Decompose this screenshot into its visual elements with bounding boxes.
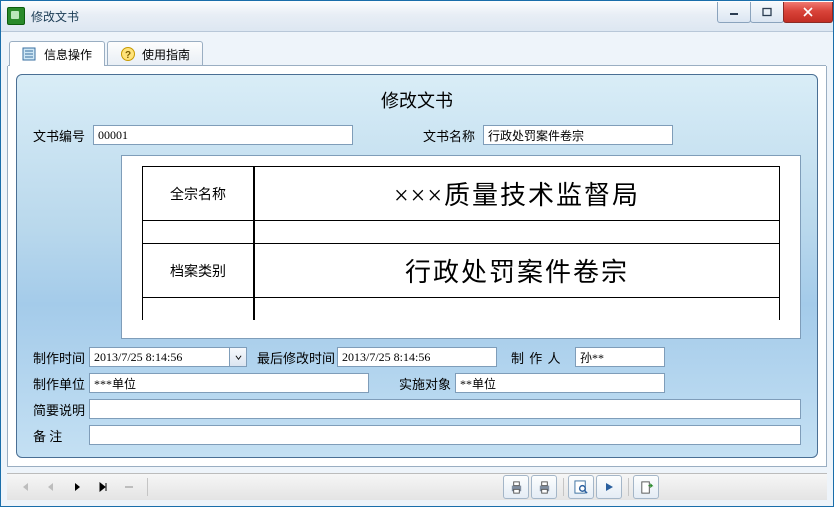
content-outer: 修改文书 文书编号 文书名称 全宗名称 ×××质量技术监督局 bbox=[7, 66, 827, 467]
nav-first-button[interactable] bbox=[13, 476, 37, 498]
titlebar: 修改文书 bbox=[1, 1, 833, 32]
remark-input[interactable] bbox=[89, 425, 801, 445]
maximize-button[interactable] bbox=[750, 2, 784, 23]
tab-info[interactable]: 信息操作 bbox=[9, 41, 105, 66]
row-doc-id-name: 文书编号 文书名称 bbox=[33, 125, 801, 145]
creator-label: 制 作 人 bbox=[511, 348, 575, 367]
printer-icon bbox=[509, 480, 524, 495]
document-export-icon bbox=[639, 480, 654, 495]
bottom-toolbar bbox=[7, 473, 827, 500]
minus-icon bbox=[123, 481, 135, 493]
toolbar-separator-2 bbox=[563, 478, 564, 496]
nav-first-icon bbox=[19, 481, 31, 493]
close-button[interactable] bbox=[783, 2, 833, 23]
nav-last-button[interactable] bbox=[91, 476, 115, 498]
close-icon bbox=[802, 7, 814, 17]
date-dropdown-button[interactable] bbox=[229, 347, 247, 367]
last-mod-label: 最后修改时间 bbox=[257, 348, 337, 367]
desc-label: 简要说明 bbox=[33, 400, 89, 419]
create-time-input[interactable] bbox=[89, 347, 229, 367]
nav-stop-button[interactable] bbox=[117, 476, 141, 498]
play-icon bbox=[603, 481, 615, 493]
svg-text:?: ? bbox=[125, 50, 131, 61]
document-preview[interactable]: 全宗名称 ×××质量技术监督局 档案类别 行政处罚案件卷宗 bbox=[121, 155, 801, 339]
maximize-icon bbox=[761, 7, 773, 17]
window-title: 修改文书 bbox=[31, 8, 79, 25]
preview-button[interactable] bbox=[568, 475, 594, 499]
doc-full-name-label: 全宗名称 bbox=[142, 166, 254, 221]
doc-table: 全宗名称 ×××质量技术监督局 档案类别 行政处罚案件卷宗 bbox=[142, 166, 780, 320]
panel-title: 修改文书 bbox=[33, 87, 801, 113]
nav-last-icon bbox=[97, 481, 109, 493]
unit-input[interactable] bbox=[89, 373, 369, 393]
unit-label: 制作单位 bbox=[33, 374, 89, 393]
doc-archive-type-label: 档案类别 bbox=[142, 243, 254, 298]
remark-label: 备 注 bbox=[33, 426, 89, 445]
window-controls bbox=[718, 2, 833, 22]
export-button[interactable] bbox=[633, 475, 659, 499]
doc-name-input[interactable] bbox=[483, 125, 673, 145]
target-label: 实施对象 bbox=[399, 374, 455, 393]
form-panel: 修改文书 文书编号 文书名称 全宗名称 ×××质量技术监督局 bbox=[16, 74, 818, 458]
toolbar-separator-3 bbox=[628, 478, 629, 496]
magnifier-icon bbox=[574, 480, 589, 495]
target-input[interactable] bbox=[455, 373, 665, 393]
print-setup-button[interactable] bbox=[531, 475, 557, 499]
nav-prev-button[interactable] bbox=[39, 476, 63, 498]
create-time-label: 制作时间 bbox=[33, 348, 89, 367]
minimize-icon bbox=[728, 7, 740, 17]
create-time-picker[interactable] bbox=[89, 347, 247, 367]
help-icon: ? bbox=[120, 46, 136, 62]
nav-next-button[interactable] bbox=[65, 476, 89, 498]
tab-guide-label: 使用指南 bbox=[142, 46, 190, 63]
toolbar-separator bbox=[147, 478, 148, 496]
printer-gear-icon bbox=[537, 480, 552, 495]
tab-guide[interactable]: ? 使用指南 bbox=[107, 41, 203, 66]
doc-archive-type-value: 行政处罚案件卷宗 bbox=[254, 243, 780, 298]
last-mod-input[interactable] bbox=[337, 347, 497, 367]
doc-no-input[interactable] bbox=[93, 125, 353, 145]
play-button[interactable] bbox=[596, 475, 622, 499]
nav-next-icon bbox=[71, 481, 83, 493]
tab-info-label: 信息操作 bbox=[44, 46, 92, 63]
lower-form: 制作时间 最后修改时间 制 作 人 制作单位 实施对象 bbox=[33, 347, 801, 445]
desc-input[interactable] bbox=[89, 399, 801, 419]
app-window: 修改文书 信息操作 ? 使用指南 bbox=[0, 0, 834, 507]
creator-input[interactable] bbox=[575, 347, 665, 367]
tabs-row: 信息操作 ? 使用指南 bbox=[1, 32, 833, 66]
chevron-down-icon bbox=[235, 354, 242, 361]
print-button[interactable] bbox=[503, 475, 529, 499]
nav-prev-icon bbox=[45, 481, 57, 493]
doc-no-label: 文书编号 bbox=[33, 126, 93, 145]
doc-full-name-value: ×××质量技术监督局 bbox=[254, 166, 780, 221]
app-icon bbox=[7, 7, 25, 25]
doc-name-label: 文书名称 bbox=[423, 126, 483, 145]
info-tab-icon bbox=[22, 46, 38, 62]
minimize-button[interactable] bbox=[717, 2, 751, 23]
